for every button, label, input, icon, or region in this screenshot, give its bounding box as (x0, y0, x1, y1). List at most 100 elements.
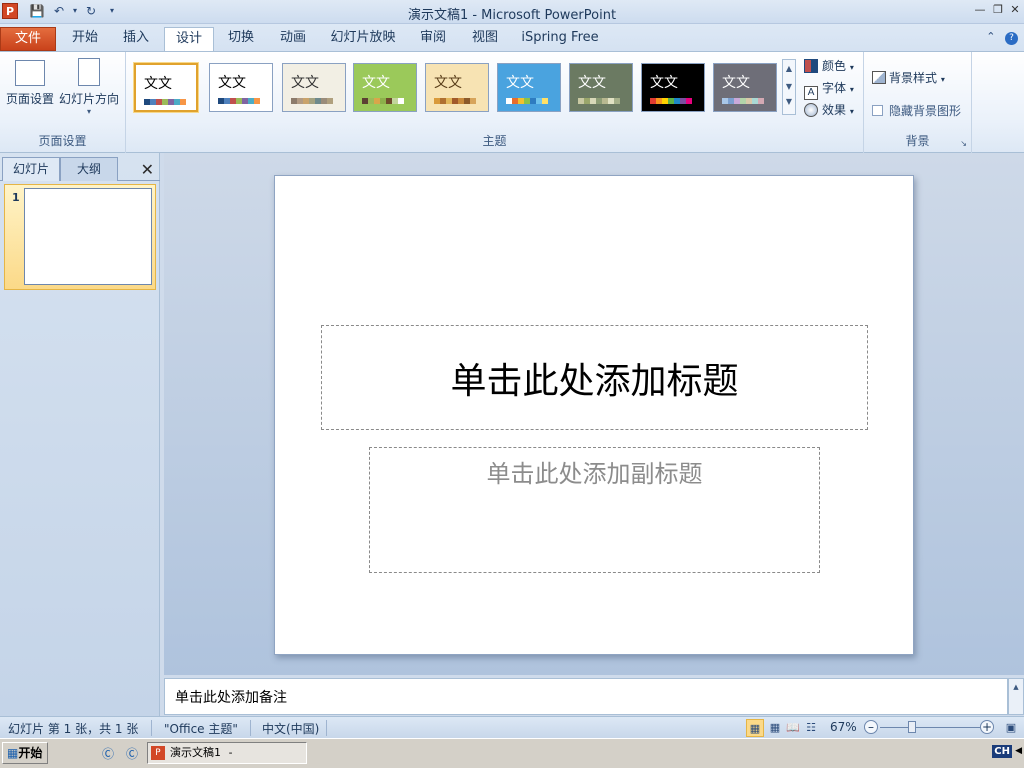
zoom-in-icon[interactable]: + (980, 720, 994, 734)
scroll-down-icon[interactable]: ▼ (783, 78, 795, 96)
color-swatch (614, 98, 620, 104)
group-label-page-setup: 页面设置 (38, 134, 87, 148)
slide[interactable]: 单击此处添加标题 单击此处添加副标题 (274, 175, 914, 655)
theme-color-swatches (144, 99, 186, 105)
slide-thumbnail-number: 1 (12, 191, 20, 204)
hide-background-graphics-checkbox[interactable] (872, 105, 883, 116)
title-bar: P 💾 ↶ ▾ ↻ ▾ 演示文稿1 - Microsoft PowerPoint… (0, 0, 1024, 24)
tab-file[interactable]: 文件 (0, 27, 56, 51)
tab-view[interactable]: 视图 (464, 27, 506, 51)
tab-home[interactable]: 开始 (62, 27, 108, 51)
effects-icon (804, 103, 818, 117)
scroll-up-icon[interactable]: ▲ (1009, 679, 1023, 696)
tab-design[interactable]: 设计 (164, 27, 214, 52)
fonts-icon: A (804, 86, 818, 100)
slide-sorter-icon[interactable]: ▦ (766, 719, 784, 737)
subtitle-placeholder[interactable]: 单击此处添加副标题 (369, 447, 820, 573)
tab-animations[interactable]: 动画 (272, 27, 314, 51)
colors-icon (804, 59, 818, 73)
theme-thumbnail[interactable]: 文文 (134, 63, 198, 112)
theme-thumbnail[interactable]: 文文 (209, 63, 273, 112)
chevron-down-icon: ▾ (849, 85, 854, 94)
ie-icon[interactable]: Ⓒ (100, 746, 116, 762)
zoom-slider-thumb[interactable] (908, 721, 916, 733)
ime-indicator[interactable]: CH (992, 745, 1012, 758)
tab-review[interactable]: 审阅 (412, 27, 454, 51)
colors-button[interactable]: 颜色 ▾ (804, 57, 854, 74)
windows-logo-icon: ▦ (7, 746, 19, 760)
theme-preview-text: 文文 (506, 75, 534, 91)
theme-color-swatches (506, 98, 548, 104)
help-icon[interactable]: ? (1005, 32, 1018, 45)
tab-slideshow[interactable]: 幻灯片放映 (326, 27, 400, 51)
pane-tabs: 幻灯片 大纲 ✕ (0, 157, 160, 181)
restore-icon[interactable]: ❐ (990, 2, 1006, 18)
page-setup-button[interactable]: 页面设置 (4, 58, 56, 107)
scroll-up-icon[interactable]: ▲ (783, 60, 795, 78)
theme-thumbnail[interactable]: 文文 (353, 63, 417, 112)
ribbon: 页面设置 幻灯片方向 ▾ 页面设置 文文 文文 文文 文文 文文 文文 文文 文文 文文 主题 … (0, 51, 1024, 153)
slide-orientation-icon (78, 58, 100, 86)
color-swatch (542, 98, 548, 104)
theme-gallery-scroll[interactable]: ▲ ▼ ▼ (782, 59, 796, 115)
fonts-button[interactable]: A 字体 ▾ (804, 79, 854, 100)
theme-thumbnail[interactable]: 文文 (569, 63, 633, 112)
title-placeholder[interactable]: 单击此处添加标题 (321, 325, 868, 430)
minimize-ribbon-icon[interactable]: ⌃ (986, 30, 995, 43)
close-icon[interactable]: ✕ (1007, 2, 1023, 18)
background-styles-icon (872, 71, 886, 84)
background-styles-button[interactable]: 背景样式 ▾ (872, 69, 945, 86)
taskbar-powerpoint-item[interactable]: P 演示文稿1 - Microso... (147, 742, 307, 768)
minimize-icon[interactable]: — (972, 2, 988, 18)
theme-name-status[interactable]: "Office 主题" (164, 720, 238, 737)
slide-thumbnail-item[interactable]: 1 (4, 184, 156, 290)
chevron-down-icon: ▾ (86, 107, 91, 116)
tab-slides[interactable]: 幻灯片 (2, 157, 60, 181)
color-swatch (686, 98, 692, 104)
browser-icon[interactable]: Ⓒ (124, 746, 140, 762)
themes-group: 文文 文文 文文 文文 文文 文文 文文 文文 文文 主题 (126, 52, 864, 153)
zoom-slider[interactable] (880, 727, 980, 728)
hide-background-graphics-option[interactable]: 隐藏背景图形 (872, 102, 961, 119)
theme-thumbnail[interactable]: 文文 (425, 63, 489, 112)
gallery-more-icon[interactable]: ▼ (783, 96, 795, 108)
theme-preview-text: 文文 (218, 75, 246, 91)
language-status[interactable]: 中文(中国) (262, 720, 319, 737)
reading-view-icon[interactable]: 📖 (784, 719, 802, 737)
normal-view-icon[interactable]: ▦ (746, 719, 764, 737)
theme-thumbnail[interactable]: 文文 (713, 63, 777, 112)
group-label-themes: 主题 (482, 134, 507, 148)
zoom-out-icon[interactable]: – (864, 720, 878, 734)
chevron-down-icon: ▾ (849, 63, 854, 72)
slide-orientation-button[interactable]: 幻灯片方向 ▾ (58, 58, 120, 116)
ribbon-tabs: 文件 开始 插入 设计 切换 动画 幻灯片放映 审阅 视图 iSpring Fr… (0, 24, 1024, 52)
notes-scrollbar[interactable]: ▲ (1008, 678, 1024, 715)
slide-thumbnail[interactable] (24, 188, 152, 285)
tab-transitions[interactable]: 切换 (220, 27, 262, 51)
help-icons: ⌃ ? (986, 30, 1018, 45)
color-swatch (180, 99, 186, 105)
page-setup-group: 页面设置 幻灯片方向 ▾ 页面设置 (0, 52, 126, 153)
tab-insert[interactable]: 插入 (113, 27, 159, 51)
page-setup-icon (15, 60, 45, 86)
ime-arrow-icon[interactable]: ◀ (1015, 746, 1022, 756)
theme-thumbnail[interactable]: 文文 (282, 63, 346, 112)
close-pane-icon[interactable]: ✕ (141, 160, 154, 179)
notes-pane[interactable]: 单击此处添加备注 (164, 678, 1008, 715)
zoom-level[interactable]: 67% (830, 720, 857, 734)
tab-ispring[interactable]: iSpring Free (516, 27, 604, 51)
theme-thumbnail[interactable]: 文文 (641, 63, 705, 112)
start-button[interactable]: ▦开始 (2, 742, 48, 764)
theme-preview-text: 文文 (434, 75, 462, 91)
format-background-launcher-icon[interactable]: ↘ (960, 139, 967, 148)
tab-outline[interactable]: 大纲 (60, 157, 118, 181)
slideshow-view-icon[interactable]: ☷ (802, 719, 820, 737)
fit-to-window-icon[interactable]: ▣ (1002, 719, 1020, 737)
color-swatch (254, 98, 260, 104)
effects-button[interactable]: 效果 ▾ (804, 101, 854, 118)
color-swatch (470, 98, 476, 104)
slide-count-status: 幻灯片 第 1 张，共 1 张 (8, 722, 139, 736)
group-label-background: 背景 (905, 134, 930, 148)
theme-preview-text: 文文 (722, 75, 750, 91)
theme-thumbnail[interactable]: 文文 (497, 63, 561, 112)
